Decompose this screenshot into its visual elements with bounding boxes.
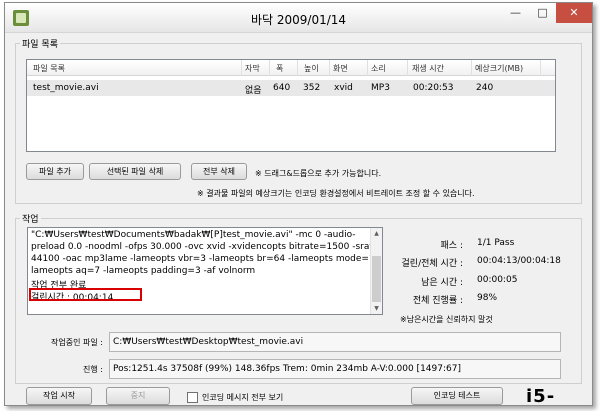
- add-file-button[interactable]: 파일 추가: [26, 163, 84, 180]
- current-file-field[interactable]: C:₩Users₩test₩Desktop₩test_movie.avi: [109, 332, 561, 352]
- scroll-up-icon[interactable]: ▲: [371, 230, 382, 237]
- show-all-messages-checkbox[interactable]: [187, 392, 198, 403]
- minimize-button[interactable]: —: [502, 3, 529, 23]
- scroll-down-icon[interactable]: ▼: [371, 305, 382, 312]
- row-audio-codec: MP3: [371, 83, 390, 93]
- work-group-label: 작업: [20, 212, 41, 225]
- delete-all-button[interactable]: 전부 삭제: [191, 163, 247, 180]
- progress-field[interactable]: Pos:1251.4s 37508f (99%) 148.36fps Trem:…: [109, 359, 561, 379]
- overall-progress-value: 98%: [477, 293, 498, 303]
- col-header-height[interactable]: 높이: [304, 63, 319, 74]
- row-filename: test_movie.avi: [33, 83, 99, 93]
- encoding-log[interactable]: "C:₩Users₩test₩Documents₩badak₩[P]test_m…: [27, 227, 383, 315]
- main-window: 바닥 2009/01/14 — □ ✕ 파일 목록 파일 목록 자막 폭 높이 …: [4, 2, 593, 406]
- stop-button[interactable]: 중지: [106, 387, 170, 405]
- row-duration: 00:20:53: [413, 83, 454, 93]
- col-header-video[interactable]: 화면: [333, 63, 348, 74]
- elapsed-total-label: 걸린/전체 시간 :: [401, 259, 463, 269]
- row-height: 352: [303, 83, 321, 93]
- log-line: preload 0.0 -noodml -ofps 30.000 -ovc xv…: [31, 242, 379, 252]
- close-button[interactable]: ✕: [556, 3, 592, 23]
- remaining-time-note: ※남은시간을 신뢰하지 말것: [400, 315, 493, 324]
- remaining-label: 남은 시간 :: [421, 278, 463, 288]
- log-line: "C:₩Users₩test₩Documents₩badak₩[P]test_m…: [31, 230, 356, 240]
- remaining-value: 00:00:05: [477, 275, 518, 285]
- overall-progress-label: 전체 진행률 :: [412, 296, 463, 306]
- col-header-filename[interactable]: 파일 목록: [33, 63, 65, 74]
- encoding-test-button[interactable]: 인코딩 테스트: [411, 387, 503, 405]
- row-width: 640: [273, 83, 291, 93]
- maximize-button[interactable]: □: [529, 3, 556, 23]
- row-size: 240: [476, 83, 494, 93]
- current-file-label: 작업중인 파일 :: [51, 338, 103, 347]
- file-list-row[interactable]: test_movie.avi 없음 640 352 xvid MP3 00:20…: [27, 80, 555, 96]
- row-subtitle: 없음: [245, 86, 262, 96]
- col-header-size[interactable]: 예상크기(MB): [475, 63, 523, 74]
- log-line: 44100 -oac mp3lame -lameopts vbr=3 -lame…: [31, 254, 381, 264]
- elapsed-total-value: 00:04:13/00:04:18: [477, 256, 561, 266]
- title-bar: 바닥 2009/01/14 — □ ✕: [5, 3, 592, 33]
- drag-drop-note: ※ 드래그&드롭으로 추가 가능합니다.: [255, 169, 382, 178]
- pass-value: 1/1 Pass: [477, 238, 515, 248]
- col-header-duration[interactable]: 재생 시간: [412, 63, 444, 74]
- file-list-view[interactable]: 파일 목록 자막 폭 높이 화면 소리 재생 시간 예상크기(MB) test_…: [26, 59, 556, 152]
- col-header-width[interactable]: 폭: [276, 63, 283, 74]
- elapsed-time-highlight: [29, 288, 142, 301]
- cpu-annotation: i5-2500: [526, 386, 556, 406]
- show-all-messages-label: 인코딩 메시지 전부 보기: [202, 393, 284, 402]
- delete-selected-button[interactable]: 선택된 파일 삭제: [89, 163, 181, 180]
- progress-label: 진행 :: [83, 365, 103, 374]
- log-line: lameopts aq=7 -lameopts padding=3 -af vo…: [31, 266, 256, 276]
- pass-label: 패스 :: [440, 241, 463, 251]
- row-video-codec: xvid: [334, 83, 353, 93]
- size-note: ※ 결과물 파일의 예상크기는 인코딩 환경설정에서 비트레이트 조정 할 수 …: [197, 189, 475, 198]
- start-encoding-button[interactable]: 작업 시작: [26, 387, 92, 405]
- file-list-header: 파일 목록 자막 폭 높이 화면 소리 재생 시간 예상크기(MB): [27, 60, 555, 76]
- col-header-audio[interactable]: 소리: [371, 63, 386, 74]
- col-header-subtitle[interactable]: 자막: [245, 63, 260, 74]
- file-list-group-label: 파일 목록: [20, 37, 60, 50]
